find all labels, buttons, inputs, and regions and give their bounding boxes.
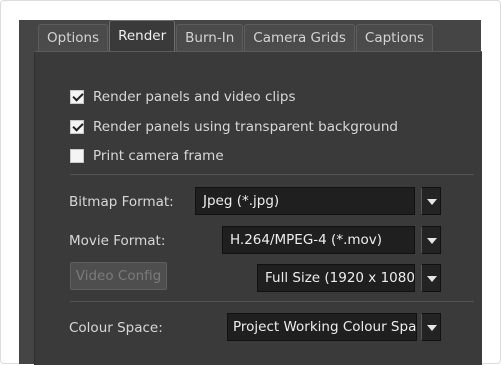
tab-camera-grids[interactable]: Camera Grids bbox=[244, 24, 355, 51]
movie-format-label: Movie Format: bbox=[69, 233, 166, 249]
section-divider bbox=[70, 174, 474, 175]
transparent-background-checkbox-row[interactable]: Render panels using transparent backgrou… bbox=[70, 119, 398, 135]
movie-format-dropdown[interactable]: H.264/MPEG-4 (*.mov) bbox=[222, 226, 415, 254]
render-panels-checkbox[interactable] bbox=[70, 90, 84, 104]
transparent-background-checkbox[interactable] bbox=[70, 120, 84, 134]
bitmap-format-dropdown[interactable]: Jpeg (*.jpg) bbox=[195, 187, 415, 215]
render-tab-panel: Render panels and video clips Render pan… bbox=[34, 51, 482, 365]
colour-space-chevron-down-icon[interactable] bbox=[421, 313, 441, 341]
colour-space-label: Colour Space: bbox=[69, 320, 163, 336]
render-panels-checkbox-row[interactable]: Render panels and video clips bbox=[70, 89, 296, 105]
preferences-dialog: Options Render Burn-In Camera Grids Capt… bbox=[19, 20, 482, 365]
print-camera-frame-checkbox-row[interactable]: Print camera frame bbox=[70, 148, 224, 164]
tab-bar: Options Render Burn-In Camera Grids Capt… bbox=[38, 20, 434, 51]
render-panels-label: Render panels and video clips bbox=[93, 89, 296, 105]
bitmap-format-label: Bitmap Format: bbox=[69, 194, 174, 210]
movie-format-chevron-down-icon[interactable] bbox=[421, 226, 441, 254]
tab-options[interactable]: Options bbox=[38, 24, 109, 51]
tab-render[interactable]: Render bbox=[109, 20, 176, 51]
bitmap-format-chevron-down-icon[interactable] bbox=[421, 187, 441, 215]
resolution-dropdown[interactable]: Full Size (1920 x 1080) bbox=[257, 264, 415, 292]
resolution-chevron-down-icon[interactable] bbox=[421, 264, 441, 292]
tab-captions[interactable]: Captions bbox=[355, 24, 434, 51]
section-divider bbox=[70, 301, 474, 302]
print-camera-frame-label: Print camera frame bbox=[93, 148, 224, 164]
print-camera-frame-checkbox[interactable] bbox=[70, 149, 84, 163]
video-config-button[interactable]: Video Config bbox=[70, 262, 167, 290]
tab-burn-in[interactable]: Burn-In bbox=[176, 24, 244, 51]
transparent-background-label: Render panels using transparent backgrou… bbox=[93, 119, 398, 135]
colour-space-dropdown[interactable]: Project Working Colour Space bbox=[227, 313, 417, 341]
